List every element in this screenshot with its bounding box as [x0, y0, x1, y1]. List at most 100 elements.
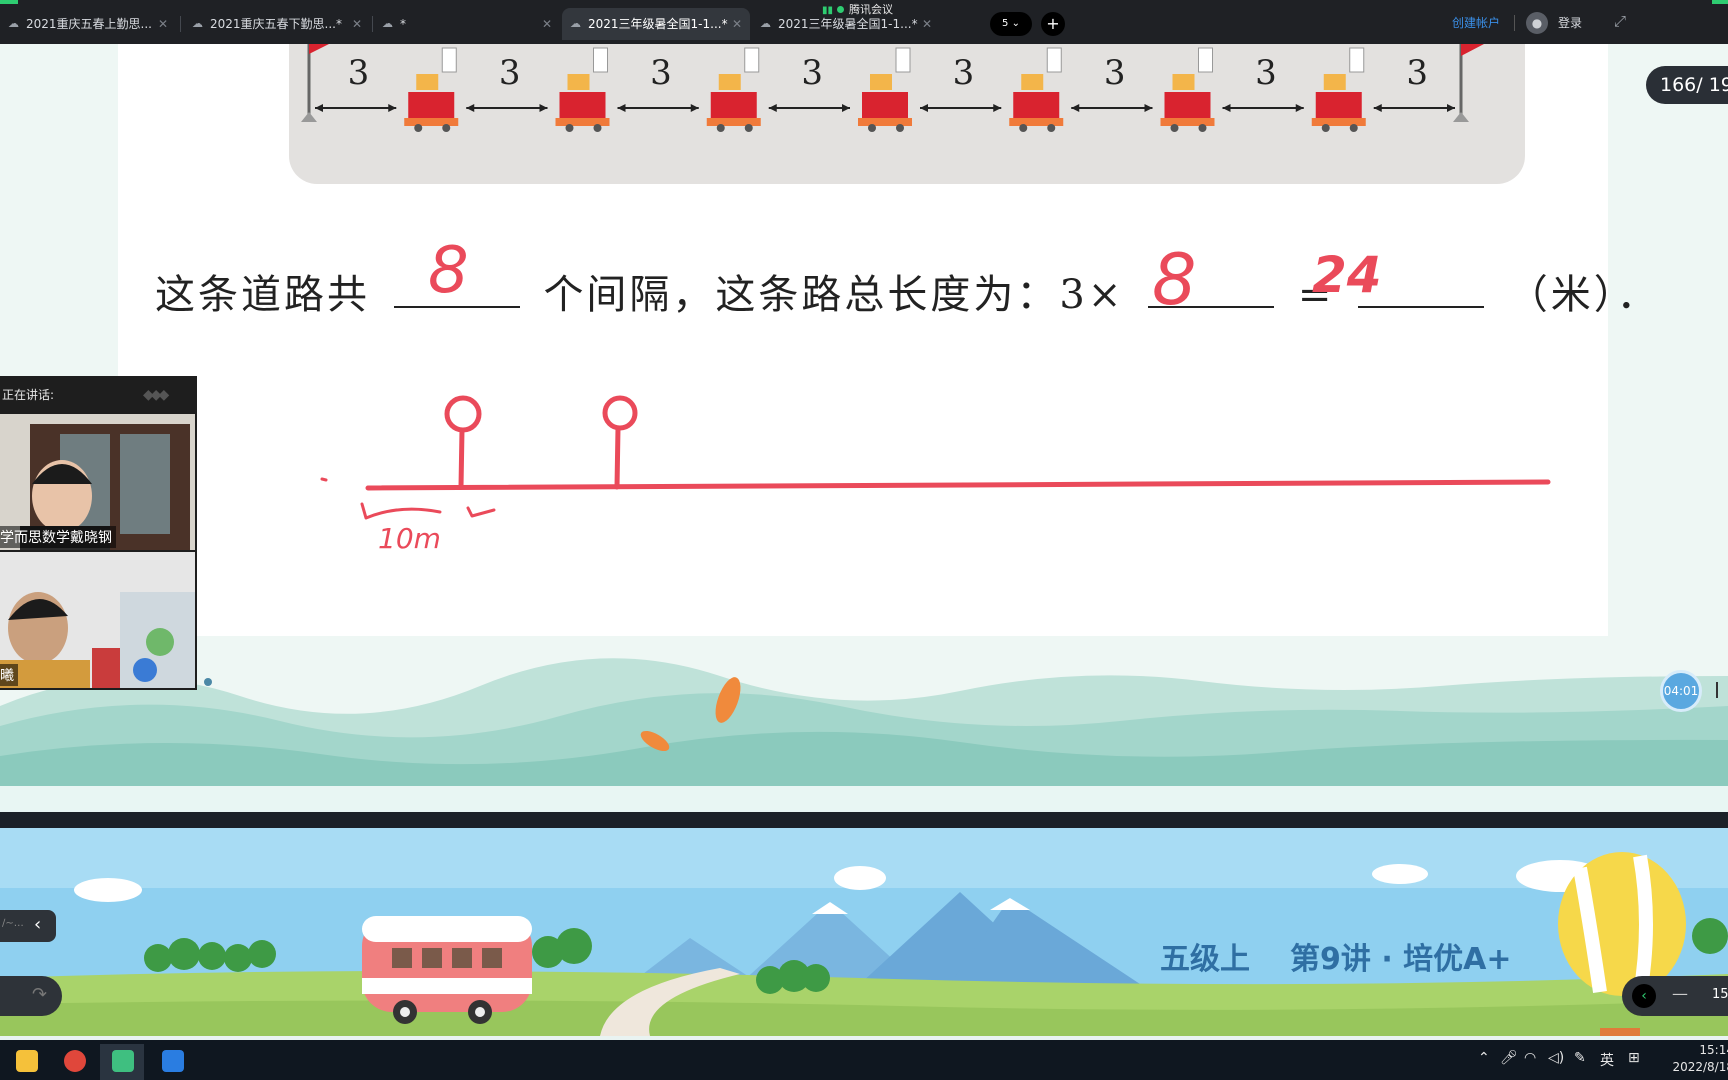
tab-label: 2021三年级暑全国1-1...* [778, 17, 918, 31]
app-window: ☁ 2021重庆五春上勤思... ✕ ☁ 2021重庆五春下勤思...* ✕ ☁… [0, 0, 1728, 1080]
participant-video-2[interactable]: 曦 [0, 552, 195, 688]
tab-label: 2021重庆五春上勤思... [26, 17, 152, 31]
undo-redo-toolbar[interactable]: ↷ [0, 976, 62, 1016]
speaking-header: 正在讲话: ◆◆◆ [0, 376, 197, 414]
lesson-label: 第9讲 · 培优A+ [1290, 942, 1512, 977]
page-indicator-dot [204, 678, 212, 686]
close-icon[interactable]: ✕ [542, 8, 552, 40]
tab-2[interactable]: ☁ 2021重庆五春下勤思...* ✕ [184, 8, 370, 40]
interval-number: 3 [499, 53, 521, 93]
ime-label[interactable]: 英 [1600, 1050, 1614, 1070]
tray-chevron-up-icon[interactable]: ⌃ [1478, 1050, 1490, 1066]
tab-divider [180, 16, 181, 32]
interval-number: 3 [1104, 53, 1126, 93]
close-icon[interactable]: ✕ [922, 8, 932, 40]
redo-icon[interactable]: ↷ [32, 984, 47, 1005]
cloud-icon: ☁ [382, 17, 393, 30]
vendor-cart [1311, 47, 1366, 132]
page-counter[interactable]: 166/ 19 [1646, 66, 1728, 104]
blank-total[interactable] [1358, 268, 1485, 308]
cloud-icon: ☁ [8, 17, 19, 30]
arrow-head [842, 104, 850, 112]
keyboard-grid-icon[interactable]: ⊞ [1628, 1050, 1640, 1066]
course-title: 五级上 第9讲 · 培优A+ [1160, 934, 1552, 978]
volume-icon[interactable]: ◁) [1548, 1050, 1564, 1066]
course-banner [0, 828, 1728, 1036]
microphone-icon[interactable]: 🎤︎ [1500, 1050, 1518, 1066]
clock-time: 15:14 [1699, 1043, 1728, 1057]
tab-4[interactable]: ☁ 2021三年级暑全国1-1...* ✕ [562, 8, 750, 40]
chevron-left-icon[interactable]: ‹ [34, 914, 41, 935]
arrow-head [1295, 104, 1304, 112]
blank-intervals[interactable] [393, 268, 520, 308]
arrow-head [539, 104, 548, 112]
taskbar-clock[interactable]: 15:14 2022/8/18 [1664, 1042, 1728, 1076]
clock-date: 2022/8/18 [1672, 1060, 1728, 1074]
question-part-2: 个间隔，这条路总长度为：3× [543, 272, 1125, 318]
wave-scenery [0, 658, 1728, 814]
street-diagram: 3 3 3 3 3 3 3 3 [301, 44, 1484, 132]
vendor-cart [1160, 47, 1215, 132]
tab-label: * [400, 17, 406, 31]
zoom-out-icon[interactable]: — [1672, 984, 1688, 1003]
vendor-cart [706, 47, 761, 132]
arrow-head [617, 104, 626, 112]
interval-number: 3 [1406, 53, 1428, 93]
arrow-head [690, 104, 699, 112]
status-accent [1712, 0, 1728, 4]
arrow-head [920, 104, 928, 112]
tab-bar: ☁ 2021重庆五春上勤思... ✕ ☁ 2021重庆五春下勤思...* ✕ ☁… [0, 0, 1728, 44]
signal-icon: ▮▮ [822, 5, 834, 16]
interval-number: 3 [1255, 53, 1277, 93]
street-illustration: 3 3 3 3 3 3 3 3 [289, 44, 1525, 184]
timer-badge[interactable]: 04:01 [1660, 670, 1702, 712]
taskbar: ⌃ 🎤︎ ◠ ◁) ✎ 英 ⊞ 15:14 2022/8/18 [0, 1040, 1728, 1080]
close-icon[interactable]: ✕ [732, 8, 742, 40]
cloud-icon: ☁ [570, 17, 581, 30]
tab-label: 2021三年级暑全国1-1...* [588, 17, 728, 31]
new-tab-button[interactable]: + [1041, 12, 1065, 36]
tab-count-button[interactable]: 5 ⌄ [990, 12, 1032, 36]
question-part-4: （米）． [1507, 272, 1660, 318]
arrow-head [388, 104, 397, 112]
close-icon[interactable]: ✕ [352, 8, 362, 40]
wifi-icon[interactable]: ◠ [1524, 1050, 1536, 1066]
grade-label: 五级上 [1160, 942, 1250, 977]
divider [1514, 15, 1515, 31]
participant-name-2: 曦 [0, 664, 18, 686]
meeting-label: 腾讯会议 [849, 3, 894, 16]
meeting-app-icon[interactable] [150, 1044, 194, 1080]
participant-video-1[interactable]: 学而思数学戴晓钢 [0, 414, 195, 550]
chrome-icon[interactable] [52, 1044, 96, 1080]
question-text: 这条道路共 个间隔，这条路总长度为：3× = （米）． [155, 262, 1657, 320]
arrow-head [768, 104, 777, 112]
tab-divider [372, 16, 373, 32]
arrow-head [1373, 104, 1382, 112]
close-icon[interactable]: ✕ [158, 8, 168, 40]
chevron-left-icon[interactable]: ‹ [1632, 984, 1656, 1008]
file-explorer-icon[interactable] [4, 1044, 48, 1080]
blank-multiplier[interactable] [1148, 268, 1275, 308]
create-account-link[interactable]: 创建帐户 [1452, 14, 1500, 31]
speaking-label: 正在讲话: [2, 388, 55, 402]
vendor-cart [1009, 47, 1064, 132]
live-dot [837, 6, 845, 13]
vendor-cart [404, 47, 459, 132]
signature-icon: ∕∼… [2, 918, 24, 929]
tab-3[interactable]: ☁ * ✕ [374, 8, 560, 40]
video-panel[interactable]: 正在讲话: ◆◆◆ 学而思数学戴晓钢 曦 [0, 376, 197, 690]
expand-icon[interactable]: ⤢ [1614, 12, 1626, 30]
pen-icon[interactable]: ✎ [1574, 1050, 1586, 1066]
tab-label: 2021重庆五春下勤思...* [210, 17, 342, 31]
whiteboard-app-icon[interactable] [100, 1044, 144, 1080]
arrow-head [1447, 104, 1455, 112]
vendor-cart [555, 47, 610, 132]
meeting-status[interactable]: ▮▮ 腾讯会议 [822, 2, 893, 18]
left-toolbar[interactable]: ∕∼… ‹ [0, 910, 56, 942]
zoom-toolbar[interactable]: ‹ — 150 [1622, 976, 1728, 1016]
tab-1[interactable]: ☁ 2021重庆五春上勤思... ✕ [0, 8, 176, 40]
user-icon[interactable]: ● [1526, 12, 1548, 34]
status-accent [0, 0, 18, 4]
login-link[interactable]: 登录 [1558, 14, 1582, 31]
banner-illustration [0, 828, 1728, 1036]
